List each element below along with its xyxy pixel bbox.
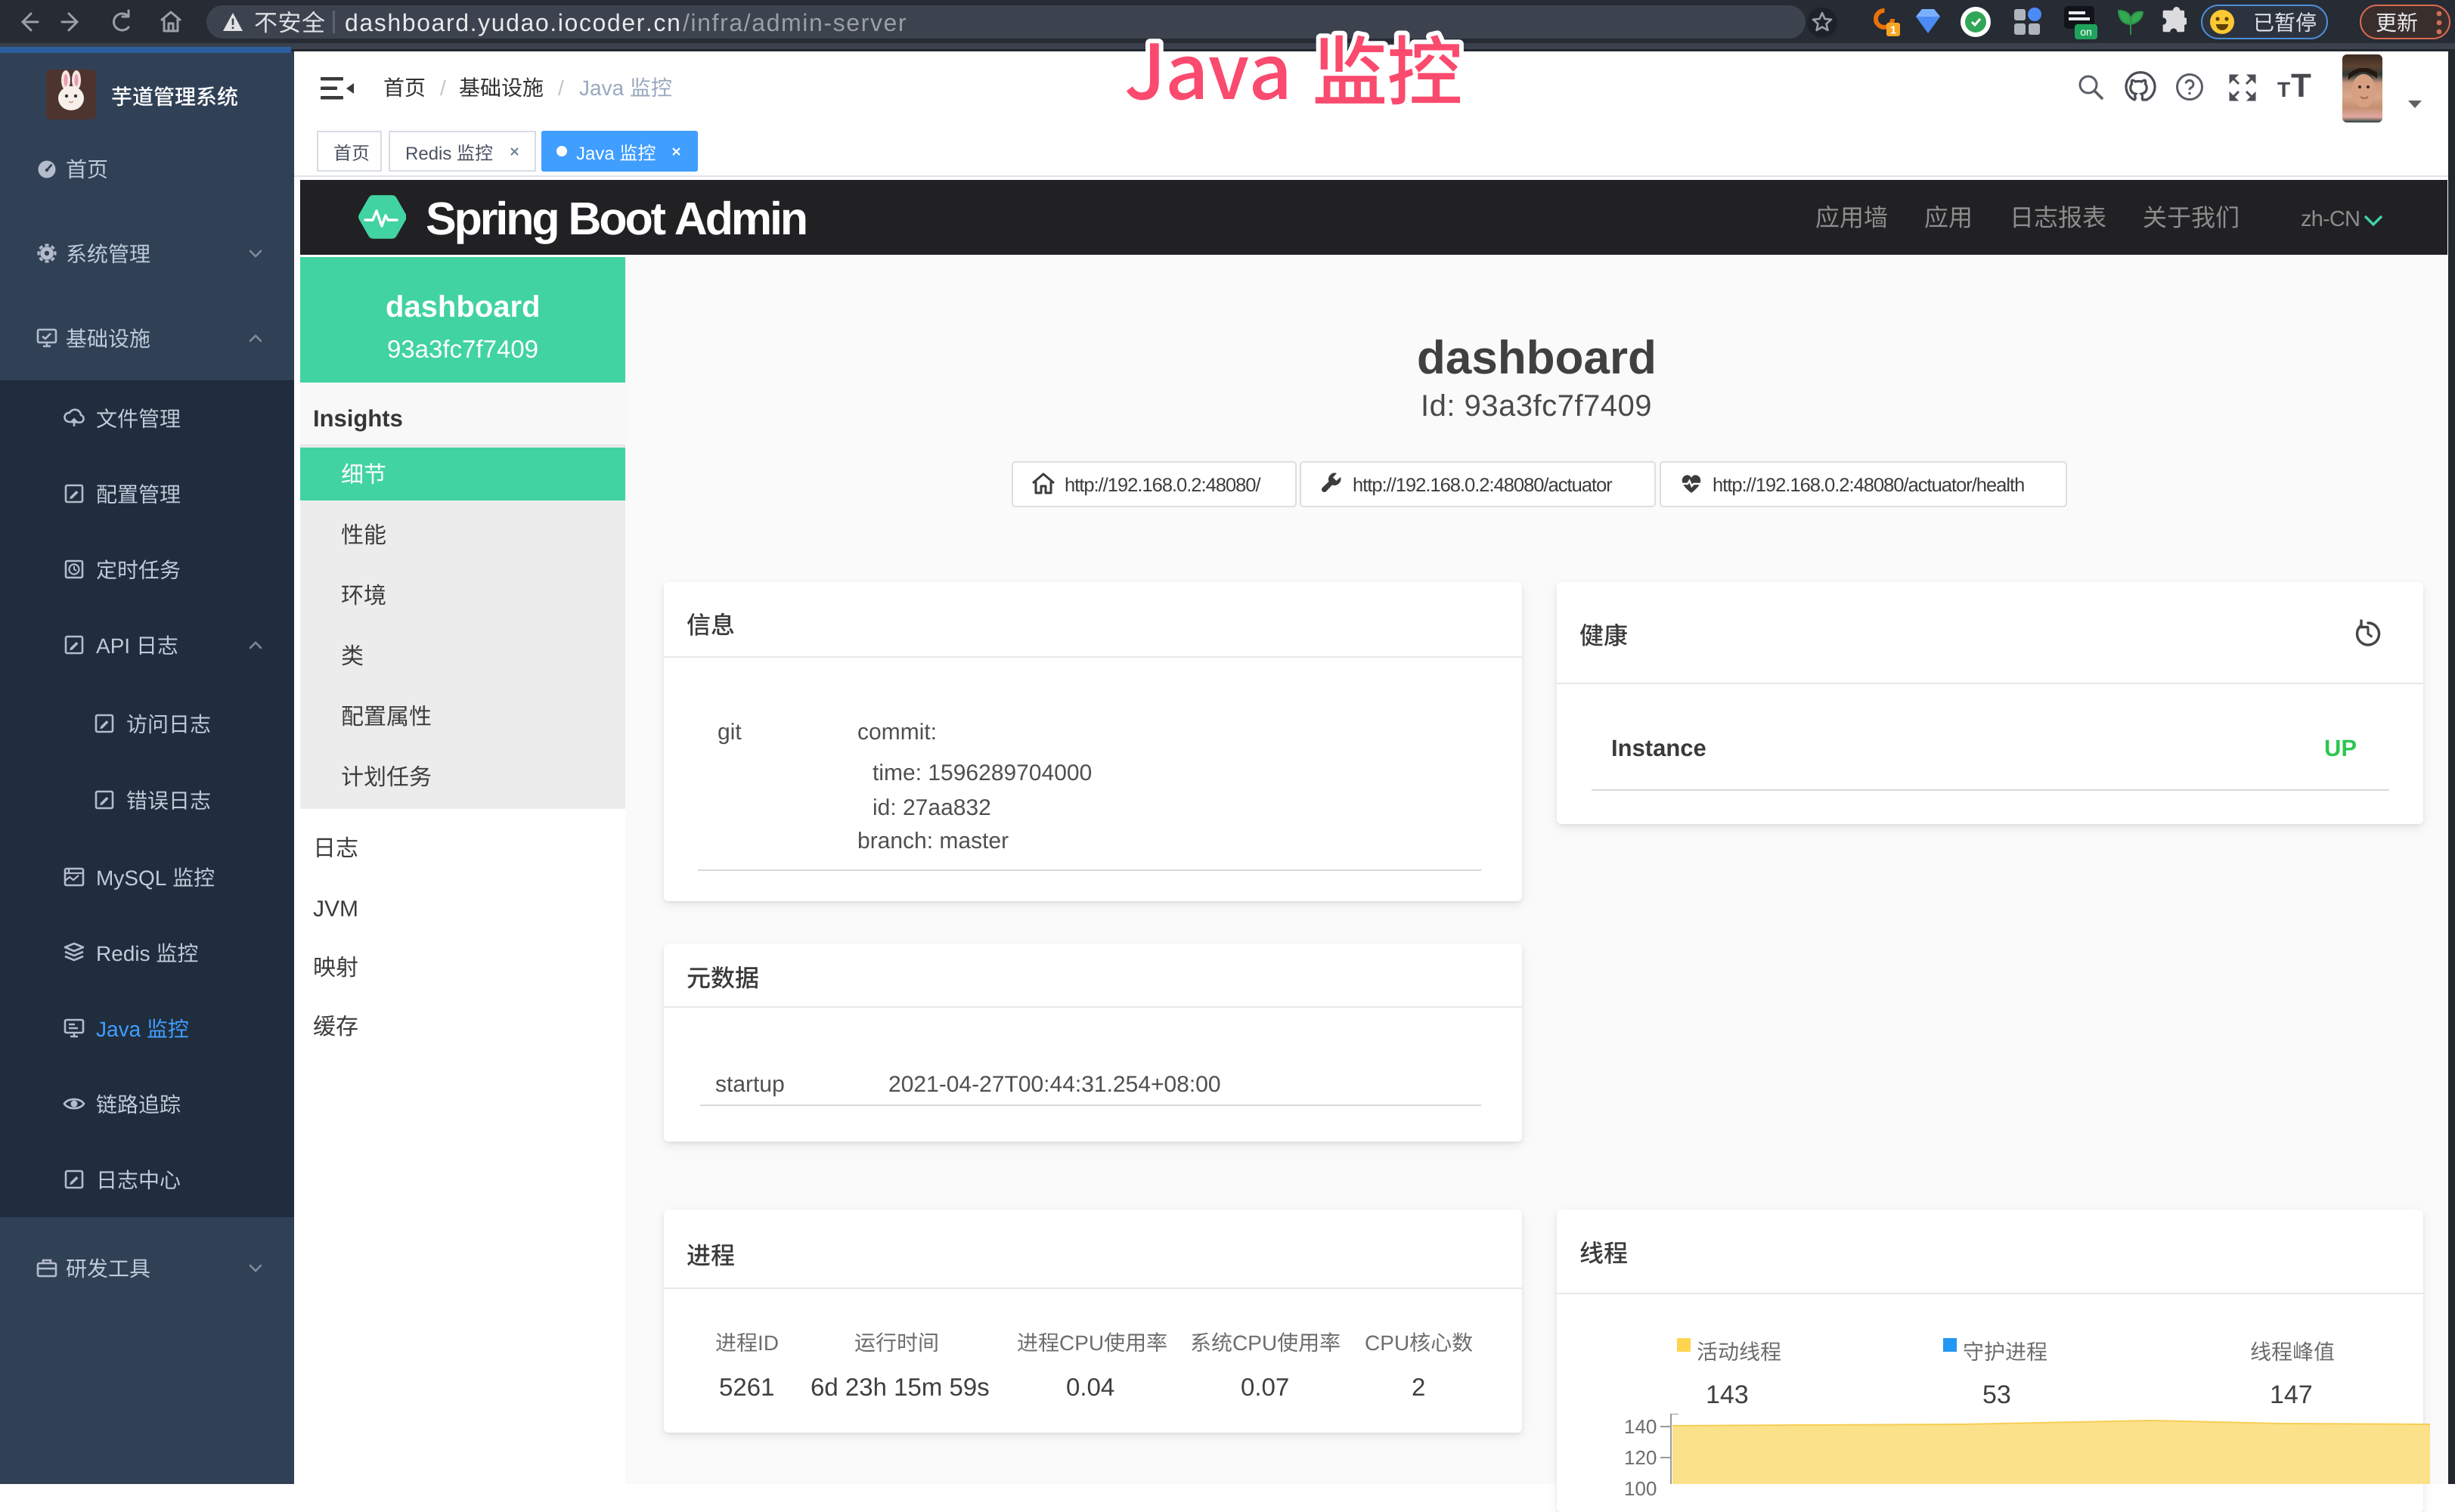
svg-text:1: 1: [1890, 24, 1896, 37]
svg-text:on: on: [2080, 26, 2092, 38]
